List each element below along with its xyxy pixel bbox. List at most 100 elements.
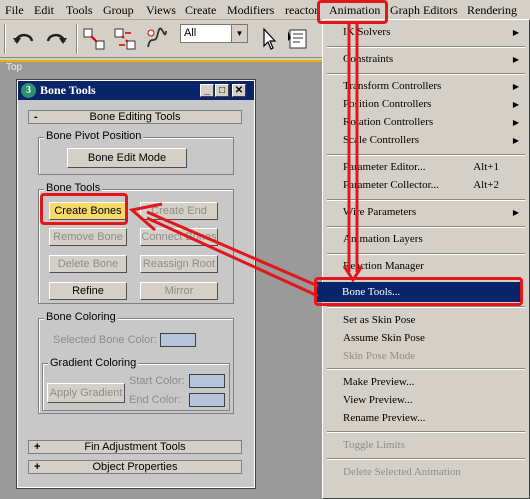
- reassign-root-button[interactable]: Reassign Root: [140, 255, 218, 273]
- minimize-icon[interactable]: _: [200, 84, 214, 97]
- dialog-title: Bone Tools: [40, 83, 96, 97]
- menu-edit[interactable]: Edit: [34, 3, 54, 18]
- 3dsmax-logo-icon: 3: [21, 83, 36, 98]
- submenu-arrow-icon: ▶: [512, 118, 519, 127]
- rollout-fin-adjustment-tools[interactable]: + Fin Adjustment Tools: [28, 440, 242, 454]
- apply-gradient-button[interactable]: Apply Gradient: [47, 383, 125, 403]
- menu-graph-editors[interactable]: Graph Editors: [390, 3, 458, 18]
- chevron-down-icon: ▼: [231, 25, 247, 42]
- close-icon[interactable]: ✕: [232, 84, 246, 97]
- remove-bone-button[interactable]: Remove Bone: [49, 228, 127, 246]
- submenu-arrow-icon: ▶: [512, 28, 519, 37]
- menu-item-position-controllers[interactable]: Position Controllers: [343, 98, 431, 110]
- menu-reactor[interactable]: reactor: [285, 3, 318, 18]
- menu-item-assume-skin-pose[interactable]: Assume Skin Pose: [343, 332, 425, 344]
- delete-bone-button[interactable]: Delete Bone: [49, 255, 127, 273]
- unlink-selection-icon[interactable]: [111, 25, 139, 53]
- connect-bones-button[interactable]: Connect Bones: [140, 228, 218, 246]
- select-by-name-icon[interactable]: [284, 25, 312, 53]
- menu-file[interactable]: File: [5, 3, 24, 18]
- menu-separator: [327, 154, 525, 156]
- bind-to-space-warp-icon[interactable]: [143, 25, 171, 53]
- selection-filter-dropdown[interactable]: All ▼: [180, 24, 248, 43]
- submenu-arrow-icon: ▶: [512, 136, 519, 145]
- menu-animation[interactable]: Animation: [329, 3, 381, 18]
- menu-item-animation-layers[interactable]: Animation Layers: [343, 233, 423, 245]
- menu-item-ik-solvers[interactable]: IK Solvers: [343, 26, 390, 38]
- menu-separator: [327, 73, 525, 75]
- mirror-button[interactable]: Mirror: [140, 282, 218, 300]
- rollout-object-properties[interactable]: + Object Properties: [28, 460, 242, 474]
- menu-item-make-preview[interactable]: Make Preview...: [343, 376, 414, 388]
- shortcut-label: Alt+2: [473, 179, 499, 191]
- menu-separator: [327, 458, 525, 460]
- maximize-icon[interactable]: □: [215, 84, 229, 97]
- groupbox-label: Bone Coloring: [44, 311, 118, 323]
- menu-tools[interactable]: Tools: [66, 3, 93, 18]
- create-end-button[interactable]: Create End: [140, 202, 218, 220]
- menu-separator: [327, 226, 525, 228]
- menu-item-parameter-editor[interactable]: Parameter Editor...: [343, 161, 425, 173]
- menu-item-rename-preview[interactable]: Rename Preview...: [343, 412, 425, 424]
- menu-modifiers[interactable]: Modifiers: [227, 3, 274, 18]
- groupbox-label: Gradient Coloring: [48, 357, 139, 369]
- menu-item-scale-controllers[interactable]: Scale Controllers: [343, 134, 419, 146]
- selection-filter-value: All: [184, 27, 197, 39]
- menubar: File Edit Tools Group Views Create Modif…: [0, 0, 530, 20]
- bone-edit-mode-button[interactable]: Bone Edit Mode: [67, 148, 187, 168]
- bone-tools-dialog: 3 Bone Tools _ □ ✕ - Bone Editing Tools …: [16, 79, 256, 489]
- menu-separator: [327, 431, 525, 433]
- menu-create[interactable]: Create: [185, 3, 216, 18]
- end-color-label: End Color:: [129, 394, 181, 406]
- viewport-label[interactable]: Top: [6, 62, 22, 73]
- expand-icon: +: [34, 461, 41, 473]
- groupbox-label: Bone Tools: [44, 182, 103, 194]
- menu-separator: [327, 199, 525, 201]
- select-object-icon[interactable]: [255, 25, 283, 53]
- toolbar-separator: [76, 24, 78, 54]
- refine-button[interactable]: Refine: [49, 282, 127, 300]
- submenu-arrow-icon: ▶: [512, 208, 519, 217]
- menu-item-parameter-collector[interactable]: Parameter Collector...: [343, 179, 439, 191]
- rollout-label: Bone Editing Tools: [89, 111, 181, 123]
- groupbox-label: Bone Pivot Position: [44, 130, 144, 142]
- menu-rendering[interactable]: Rendering: [467, 3, 517, 18]
- menu-item-view-preview[interactable]: View Preview...: [343, 394, 413, 406]
- undo-icon[interactable]: [10, 25, 38, 53]
- rollout-label: Object Properties: [92, 461, 178, 473]
- menu-item-reaction-manager[interactable]: Reaction Manager: [343, 260, 424, 272]
- toolbar-separator: [4, 24, 6, 54]
- start-color-swatch[interactable]: [189, 374, 225, 388]
- menu-item-set-as-skin-pose[interactable]: Set as Skin Pose: [343, 314, 415, 326]
- menu-item-wire-parameters[interactable]: Wire Parameters: [343, 206, 416, 218]
- rollout-bone-editing-tools[interactable]: - Bone Editing Tools: [28, 110, 242, 124]
- menu-item-transform-controllers[interactable]: Transform Controllers: [343, 80, 441, 92]
- menu-item-skin-pose-mode[interactable]: Skin Pose Mode: [343, 350, 415, 362]
- submenu-arrow-icon: ▶: [512, 100, 519, 109]
- redo-icon[interactable]: [42, 25, 70, 53]
- menu-separator: [327, 306, 525, 308]
- dialog-title-bar[interactable]: 3 Bone Tools _ □ ✕: [18, 81, 254, 100]
- submenu-arrow-icon: ▶: [512, 55, 519, 64]
- select-and-link-icon[interactable]: [80, 25, 108, 53]
- selected-bone-color-label: Selected Bone Color:: [53, 334, 157, 346]
- start-color-label: Start Color:: [129, 375, 185, 387]
- rollout-label: Fin Adjustment Tools: [84, 441, 186, 453]
- animation-menu: IK Solvers ▶ Constraints ▶ Transform Con…: [322, 19, 530, 499]
- menu-item-constraints[interactable]: Constraints: [343, 53, 393, 65]
- menu-item-toggle-limits[interactable]: Toggle Limits: [343, 439, 405, 451]
- menu-separator: [327, 253, 525, 255]
- collapse-icon: -: [34, 111, 38, 123]
- menu-views[interactable]: Views: [146, 3, 176, 18]
- selected-bone-color-swatch[interactable]: [160, 333, 196, 347]
- end-color-swatch[interactable]: [189, 393, 225, 407]
- menu-item-delete-selected-animation[interactable]: Delete Selected Animation: [343, 466, 461, 478]
- menu-item-bone-tools[interactable]: Bone Tools...: [342, 286, 400, 298]
- menu-separator: [327, 368, 525, 370]
- menu-separator: [327, 46, 525, 48]
- create-bones-button[interactable]: Create Bones: [49, 202, 127, 220]
- expand-icon: +: [34, 441, 41, 453]
- menu-group[interactable]: Group: [103, 3, 134, 18]
- submenu-arrow-icon: ▶: [512, 82, 519, 91]
- menu-item-rotation-controllers[interactable]: Rotation Controllers: [343, 116, 433, 128]
